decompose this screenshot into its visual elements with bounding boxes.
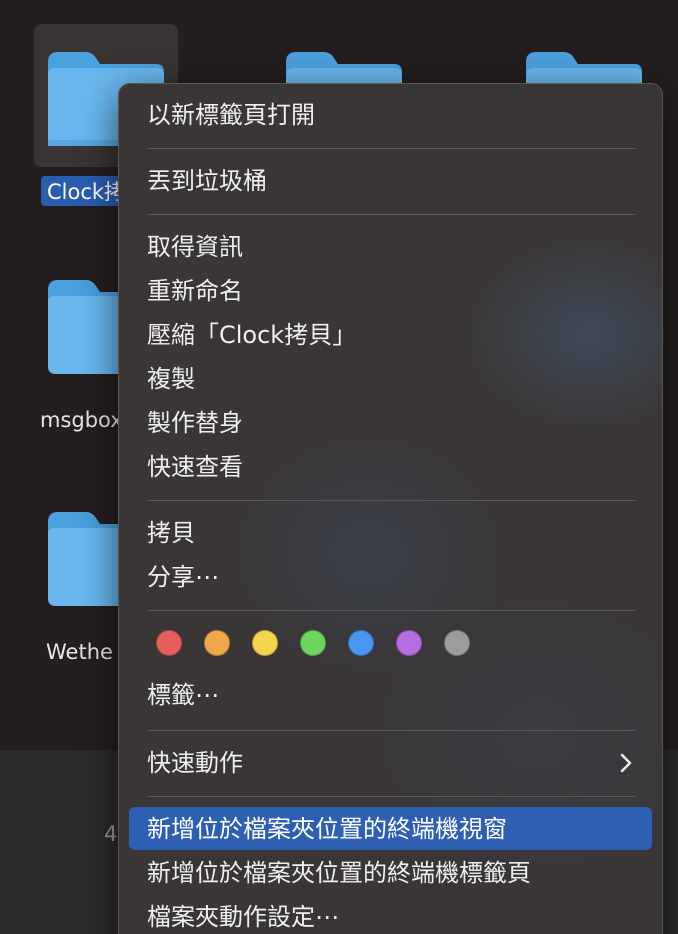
menu-separator — [147, 796, 635, 797]
menu-separator — [147, 730, 635, 731]
tag-color-blue[interactable] — [348, 630, 374, 656]
finder-window: Clock拷貝 msgbox Wethe 4 以新標籤頁打開 丟到垃圾桶 取得資… — [0, 0, 678, 934]
tag-color-gray[interactable] — [444, 630, 470, 656]
tag-color-purple[interactable] — [396, 630, 422, 656]
menu-item-duplicate[interactable]: 複製 — [147, 364, 195, 394]
menu-item-make-alias[interactable]: 製作替身 — [147, 408, 243, 438]
menu-separator — [147, 610, 635, 611]
folder-label[interactable]: msgbox — [40, 408, 123, 432]
menu-item-move-to-trash[interactable]: 丟到垃圾桶 — [147, 166, 267, 196]
menu-item-new-terminal-tab[interactable]: 新增位於檔案夾位置的終端機標籤頁 — [147, 858, 531, 888]
menu-item-share[interactable]: 分享⋯ — [147, 562, 219, 592]
menu-separator — [147, 214, 635, 215]
menu-item-rename[interactable]: 重新命名 — [147, 276, 243, 306]
status-bar-item-count: 4 — [104, 822, 118, 846]
menu-item-compress[interactable]: 壓縮「Clock拷貝」 — [147, 320, 356, 350]
menu-separator — [147, 500, 635, 501]
tag-color-orange[interactable] — [204, 630, 230, 656]
menu-item-get-info[interactable]: 取得資訊 — [147, 232, 243, 262]
tag-color-yellow[interactable] — [252, 630, 278, 656]
menu-item-tags[interactable]: 標籤⋯ — [147, 680, 219, 710]
chevron-right-icon — [620, 753, 632, 773]
folder-label[interactable]: Wethe — [46, 640, 113, 664]
menu-item-folder-actions-setup[interactable]: 檔案夾動作設定⋯ — [147, 902, 339, 932]
menu-item-copy[interactable]: 拷貝 — [147, 518, 195, 548]
tag-color-red[interactable] — [156, 630, 182, 656]
menu-item-quick-actions[interactable]: 快速動作 — [147, 748, 243, 778]
menu-item-quick-look[interactable]: 快速查看 — [147, 452, 243, 482]
tag-color-green[interactable] — [300, 630, 326, 656]
menu-separator — [147, 148, 635, 149]
menu-item-open-in-new-tab[interactable]: 以新標籤頁打開 — [147, 100, 315, 130]
menu-item-new-terminal-window[interactable]: 新增位於檔案夾位置的終端機視窗 — [147, 814, 507, 844]
context-menu: 以新標籤頁打開 丟到垃圾桶 取得資訊 重新命名 壓縮「Clock拷貝」 複製 製… — [118, 83, 663, 934]
